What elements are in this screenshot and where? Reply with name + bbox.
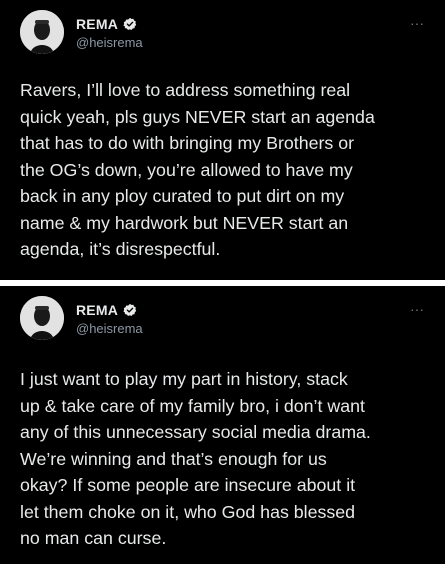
tweet-screenshot-stack: REMA @heisrema ··· Ravers, I’ll love to …	[0, 0, 445, 564]
handle[interactable]: @heisrema	[76, 321, 143, 336]
avatar[interactable]	[20, 10, 64, 54]
tweet-header: REMA @heisrema ···	[20, 10, 431, 58]
tweet-text: Ravers, I’ll love to address something r…	[20, 80, 375, 259]
name-row: REMA	[76, 301, 143, 319]
avatar-photo-icon	[20, 296, 64, 340]
author-names: REMA @heisrema	[76, 301, 143, 336]
more-options-icon[interactable]: ···	[409, 16, 425, 30]
tweet-header: REMA @heisrema ···	[20, 296, 431, 344]
author-names: REMA @heisrema	[76, 15, 143, 50]
name-row: REMA	[76, 15, 143, 33]
tweet-card: REMA @heisrema ··· I just want to play m…	[0, 286, 445, 564]
tweet-card: REMA @heisrema ··· Ravers, I’ll love to …	[0, 0, 445, 280]
display-name[interactable]: REMA	[76, 302, 118, 318]
tweet-text: I just want to play my part in history, …	[20, 369, 371, 548]
verified-badge-icon	[123, 303, 137, 317]
verified-badge-icon	[123, 17, 137, 31]
more-options-icon[interactable]: ···	[409, 302, 425, 316]
display-name[interactable]: REMA	[76, 16, 118, 32]
avatar[interactable]	[20, 296, 64, 340]
handle[interactable]: @heisrema	[76, 35, 143, 50]
avatar-photo-icon	[20, 10, 64, 54]
